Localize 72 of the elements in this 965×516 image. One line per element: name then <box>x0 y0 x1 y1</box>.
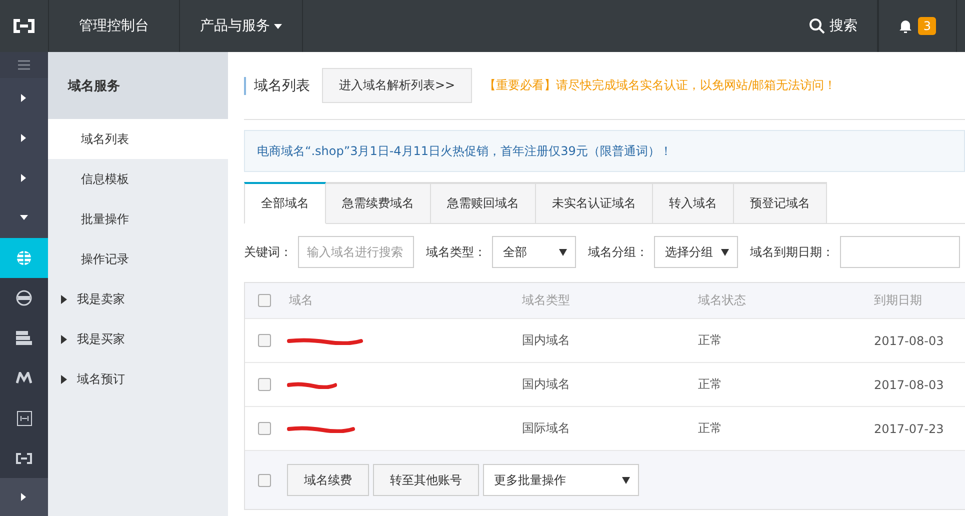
row-checkbox[interactable] <box>258 334 270 347</box>
bracket-icon[interactable] <box>16 410 32 426</box>
caret-icon <box>61 294 67 304</box>
table-cell: 国际域名 <box>522 420 570 437</box>
dropdown-caret-icon <box>721 248 729 256</box>
table-cell: 2017-08-03 <box>874 378 944 392</box>
promo-notice: 电商域名“.shop”3月1日-4月11日火热促销，首年注册仅39元（限普通词）！ <box>244 130 965 172</box>
column-header: 域名状态 <box>698 292 746 309</box>
dns-list-button[interactable]: 进入域名解析列表>> <box>322 68 472 103</box>
sidebar-item[interactable]: 我是卖家 <box>48 279 228 319</box>
filter-tab[interactable]: 急需赎回域名 <box>431 182 536 224</box>
caret-icon[interactable] <box>21 94 27 102</box>
filter-tab[interactable]: 预登记域名 <box>734 182 827 224</box>
caret-icon[interactable] <box>21 493 27 501</box>
caret-icon <box>61 334 67 344</box>
console-link[interactable]: 管理控制台 <box>79 17 149 35</box>
m-icon[interactable] <box>16 372 32 384</box>
table-cell: 国内域名 <box>522 376 570 393</box>
expiry-date-field[interactable] <box>840 236 960 268</box>
dns-icon[interactable] <box>16 290 32 306</box>
search-icon <box>809 18 826 34</box>
caret-icon[interactable] <box>20 215 28 221</box>
table-cell: 2017-07-23 <box>874 422 944 436</box>
server-icon[interactable] <box>16 331 32 345</box>
sidebar-item[interactable]: 操作记录 <box>48 239 228 279</box>
bulk-action-button[interactable]: 转至其他账号 <box>373 464 479 496</box>
expiry-label: 域名到期日期： <box>750 244 834 260</box>
bell-icon[interactable] <box>899 19 912 33</box>
caret-icon <box>61 374 67 384</box>
table-cell: 2017-08-03 <box>874 334 944 348</box>
menu-icon[interactable] <box>18 60 30 70</box>
row-checkbox[interactable] <box>258 378 270 391</box>
dropdown-caret-icon <box>622 476 630 484</box>
notification-badge: 3 <box>918 17 936 35</box>
sidebar-item[interactable]: 域名列表 <box>48 119 228 159</box>
bulk-action-button[interactable]: 域名续费 <box>287 464 369 496</box>
bulk-checkbox[interactable] <box>258 474 270 486</box>
filter-tab[interactable]: 全部域名 <box>244 182 326 224</box>
group-label: 域名分组： <box>588 244 648 260</box>
keyword-label: 关键词： <box>244 244 292 260</box>
filter-tab[interactable]: 急需续费域名 <box>326 182 431 224</box>
table-cell: 国内域名 <box>522 332 570 349</box>
products-menu[interactable]: 产品与服务 <box>200 17 282 35</box>
sidebar-item[interactable]: 域名预订 <box>48 359 228 399</box>
caret-icon[interactable] <box>21 174 27 182</box>
page-title: 域名列表 <box>244 76 310 94</box>
column-header: 到期日期 <box>874 292 922 309</box>
filter-tab[interactable]: 转入域名 <box>653 182 734 224</box>
more-actions-select[interactable]: 更多批量操作 <box>483 464 639 496</box>
caret-icon <box>274 24 282 28</box>
sidebar-item[interactable]: 信息模板 <box>48 159 228 199</box>
column-header: 域名 <box>288 292 313 309</box>
table-cell: 正常 <box>698 420 722 437</box>
logo-icon[interactable] <box>16 452 32 464</box>
table-cell: 正常 <box>698 376 722 393</box>
row-checkbox[interactable] <box>258 422 270 435</box>
filter-tab[interactable]: 未实名认证域名 <box>536 182 653 224</box>
select-all-checkbox[interactable] <box>258 294 270 307</box>
sidebar-item[interactable]: 我是买家 <box>48 319 228 359</box>
sidebar-item[interactable]: 批量操作 <box>48 199 228 239</box>
dropdown-caret-icon <box>559 248 567 256</box>
caret-icon[interactable] <box>21 134 27 142</box>
column-header: 域名类型 <box>522 292 570 309</box>
search-button[interactable]: 搜索 <box>809 17 858 35</box>
rail-item[interactable] <box>0 52 48 78</box>
type-label: 域名类型： <box>426 244 486 260</box>
keyword-field[interactable]: 输入域名进行搜索 <box>298 236 414 268</box>
sidebar-title: 域名服务 <box>48 52 228 119</box>
type-select[interactable]: 全部 <box>492 236 576 268</box>
group-select[interactable]: 选择分组 <box>654 236 738 268</box>
warning-text: 【重要必看】请尽快完成域名实名认证，以免网站/邮箱无法访问！ <box>484 77 836 94</box>
table-cell: 正常 <box>698 332 722 349</box>
